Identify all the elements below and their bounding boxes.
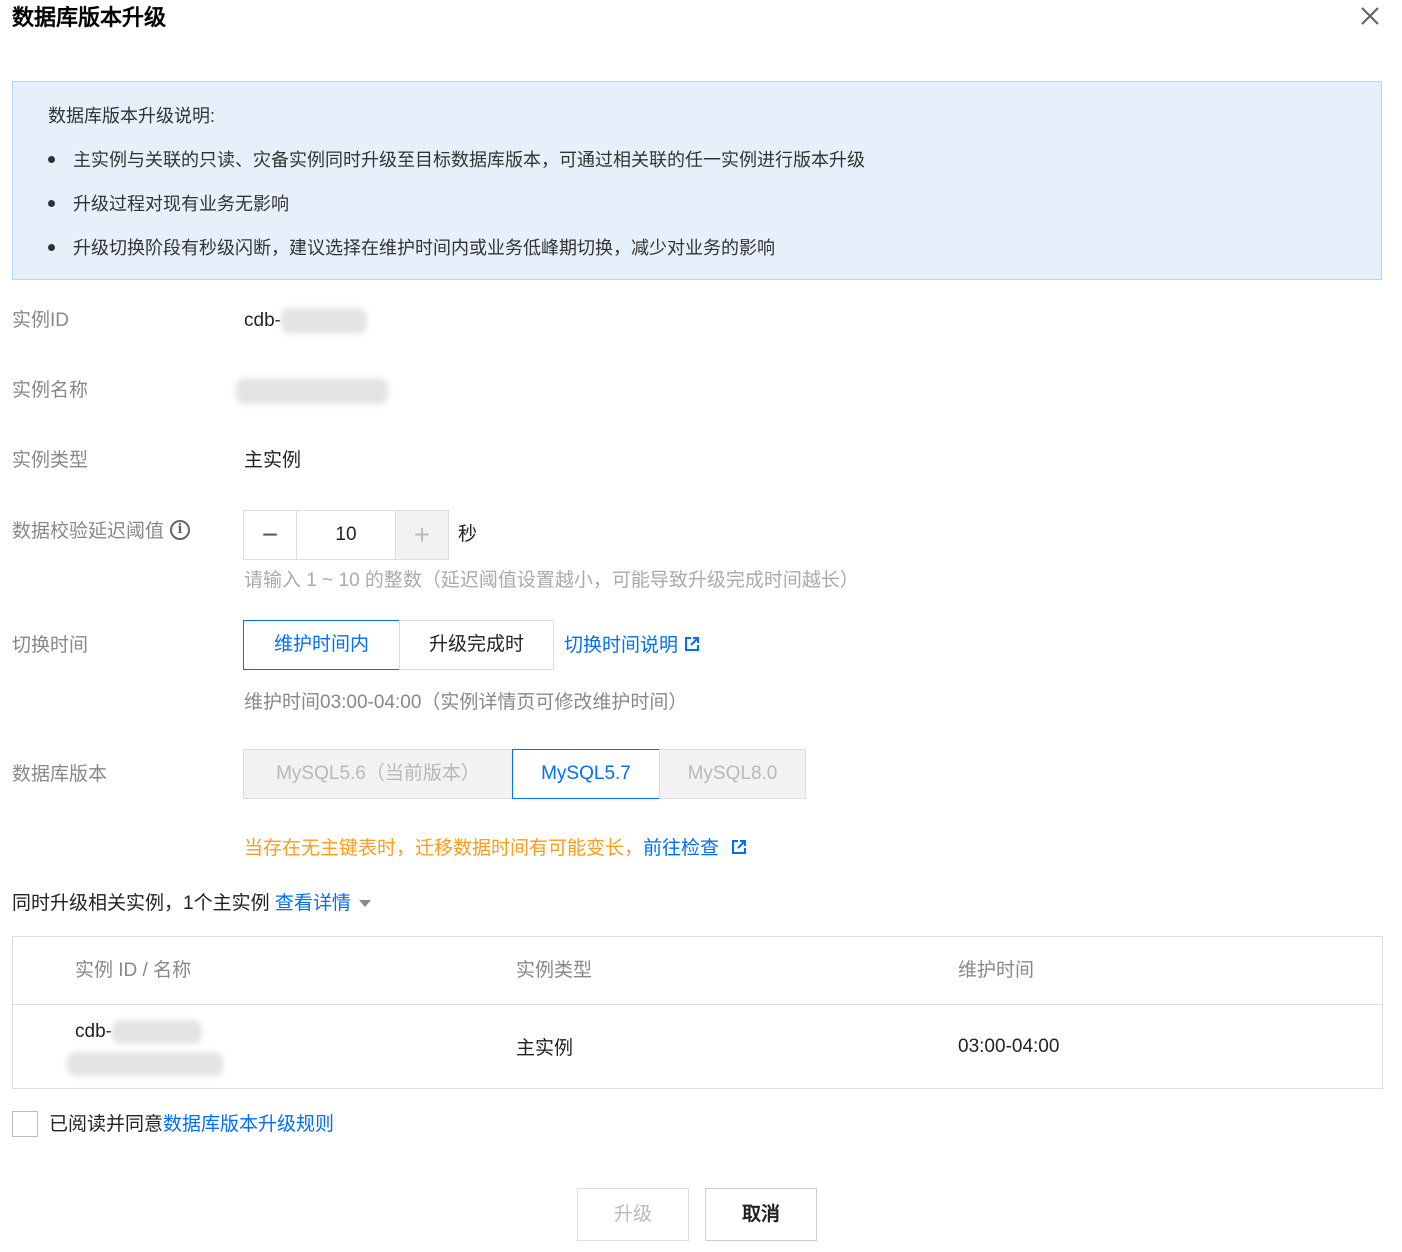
- instance-id-prefix: cdb-: [244, 310, 281, 332]
- delay-threshold-hint: 请输入 1 ~ 10 的整数（延迟阈值设置越小，可能导致升级完成时间越长）: [244, 570, 859, 591]
- cancel-button[interactable]: 取消: [705, 1188, 817, 1241]
- instance-type-value: 主实例: [244, 450, 302, 471]
- instance-name-value: [236, 378, 388, 404]
- row-instance-name: [67, 1051, 223, 1077]
- warning-text: 当存在无主键表时，迁移数据时间有可能变长，: [244, 838, 644, 859]
- redacted-text: [67, 1051, 223, 1076]
- delay-threshold-input[interactable]: 10: [297, 511, 395, 559]
- bullet-icon: [48, 199, 55, 207]
- view-details-link[interactable]: 查看详情: [275, 893, 351, 914]
- upgrade-rules-link[interactable]: 数据库版本升级规则: [163, 1114, 334, 1135]
- notice-item-text: 主实例与关联的只读、灾备实例同时升级至目标数据库版本，可通过相关联的任一实例进行…: [73, 150, 865, 170]
- column-header-type: 实例类型: [516, 960, 593, 981]
- db-version-option-5-7[interactable]: MySQL5.7: [512, 749, 660, 799]
- dialog-title: 数据库版本升级: [12, 5, 167, 30]
- instance-type-label: 实例类型: [12, 450, 89, 471]
- notice-item-text: 升级过程对现有业务无影响: [73, 194, 289, 214]
- column-header-id: 实例 ID / 名称: [75, 960, 192, 981]
- switch-time-help-text[interactable]: 切换时间说明: [564, 635, 678, 656]
- external-link-icon: [685, 636, 700, 651]
- redacted-text: [236, 378, 388, 404]
- no-primary-key-warning: 当存在无主键表时，迁移数据时间有可能变长，前往检查: [244, 836, 747, 862]
- delay-threshold-stepper: − 10 +: [243, 510, 449, 560]
- related-instances-summary: 同时升级相关实例，1个主实例 查看详情: [12, 891, 371, 917]
- plus-icon[interactable]: +: [395, 511, 448, 559]
- related-instances-text: 同时升级相关实例，1个主实例: [12, 893, 275, 914]
- minus-icon[interactable]: −: [244, 511, 297, 559]
- db-version-option-5-6: MySQL5.6（当前版本）: [243, 749, 513, 799]
- close-icon[interactable]: [1356, 2, 1384, 30]
- instance-id-value: cdb-: [244, 308, 367, 334]
- external-link-icon[interactable]: [731, 839, 747, 855]
- info-icon[interactable]: i: [170, 519, 191, 540]
- bullet-icon: [48, 243, 55, 251]
- switch-time-hint: 维护时间03:00-04:00（实例详情页可修改维护时间）: [244, 692, 688, 713]
- switch-time-help-link[interactable]: 切换时间说明: [564, 633, 700, 659]
- notice-item: 升级切换阶段有秒级闪断，建议选择在维护时间内或业务低峰期切换，减少对业务的影响: [48, 236, 775, 260]
- switch-time-option-on-complete[interactable]: 升级完成时: [399, 620, 554, 670]
- caret-down-icon[interactable]: [358, 900, 371, 908]
- notice-item-text: 升级切换阶段有秒级闪断，建议选择在维护时间内或业务低峰期切换，减少对业务的影响: [73, 238, 775, 258]
- upgrade-button[interactable]: 升级: [577, 1188, 689, 1241]
- row-maintenance-time: 03:00-04:00: [958, 1036, 1060, 1057]
- redacted-text: [280, 308, 367, 334]
- agreement-label: 已阅读并同意: [49, 1114, 164, 1135]
- delay-threshold-label: 数据校验延迟阈值 i: [12, 519, 191, 545]
- agreement-text: 已阅读并同意数据库版本升级规则: [49, 1112, 334, 1138]
- db-version-label: 数据库版本: [12, 764, 108, 785]
- table-header: 实例 ID / 名称 实例类型 维护时间: [13, 937, 1382, 1005]
- column-header-maintenance: 维护时间: [958, 960, 1035, 981]
- row-instance-id: cdb-: [75, 1019, 202, 1045]
- row-instance-type: 主实例: [516, 1038, 574, 1059]
- bullet-icon: [48, 155, 55, 163]
- upgrade-notice: 数据库版本升级说明: 主实例与关联的只读、灾备实例同时升级至目标数据库版本，可通…: [12, 81, 1382, 280]
- notice-item: 主实例与关联的只读、灾备实例同时升级至目标数据库版本，可通过相关联的任一实例进行…: [48, 148, 865, 172]
- instance-name-label: 实例名称: [12, 380, 89, 401]
- related-instances-table: 实例 ID / 名称 实例类型 维护时间 cdb- 主实例 03:00-04:0…: [12, 936, 1383, 1089]
- delay-threshold-label-text: 数据校验延迟阈值: [12, 521, 165, 542]
- instance-id-label: 实例ID: [12, 310, 70, 331]
- db-version-segment: MySQL5.6（当前版本） MySQL5.7 MySQL8.0: [243, 749, 806, 799]
- db-version-option-8-0: MySQL8.0: [659, 749, 806, 799]
- delay-threshold-unit: 秒: [458, 524, 478, 545]
- switch-time-segment: 维护时间内 升级完成时: [243, 620, 554, 670]
- agree-checkbox[interactable]: [12, 1111, 38, 1137]
- switch-time-label: 切换时间: [12, 635, 89, 656]
- notice-title: 数据库版本升级说明:: [48, 106, 216, 126]
- check-link[interactable]: 前往检查: [643, 838, 719, 859]
- notice-item: 升级过程对现有业务无影响: [48, 192, 289, 216]
- redacted-text: [111, 1019, 202, 1044]
- row-id-prefix: cdb-: [75, 1021, 112, 1042]
- switch-time-option-maintenance[interactable]: 维护时间内: [243, 620, 400, 670]
